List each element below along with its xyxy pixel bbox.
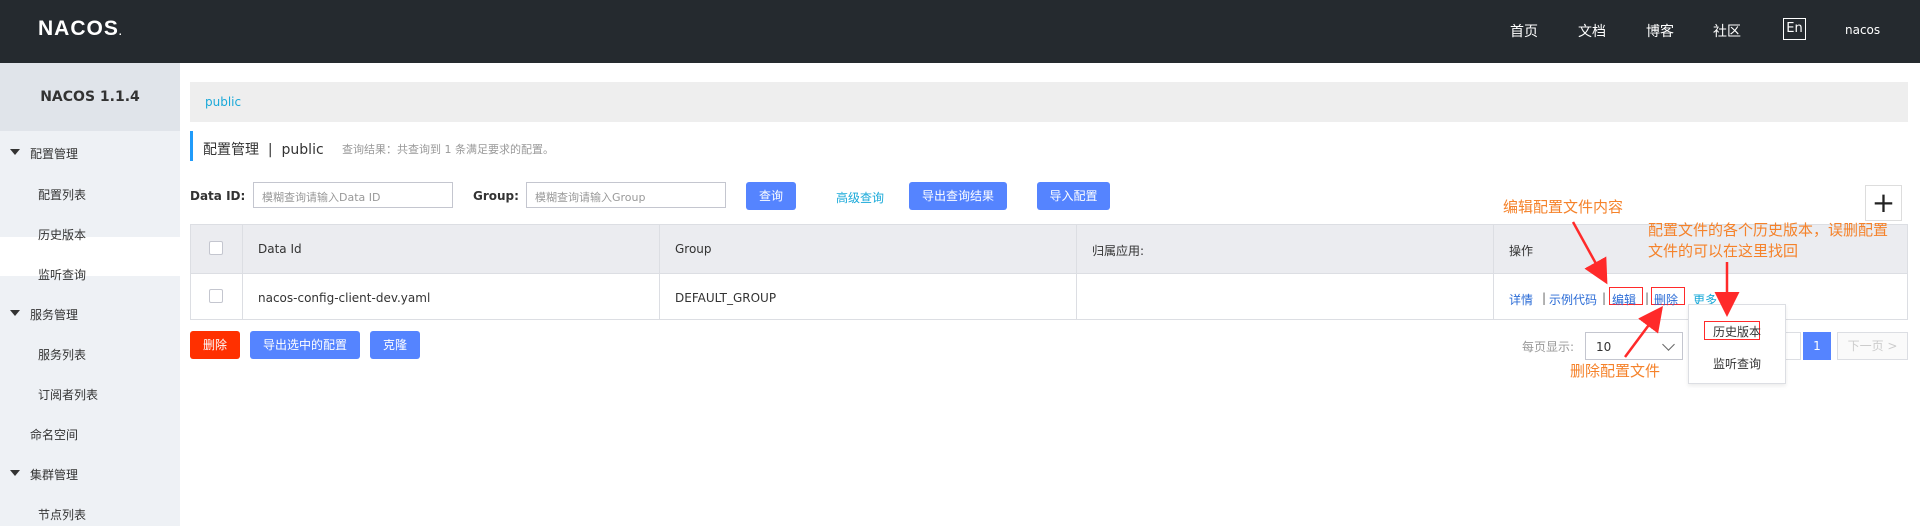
annotation-arrows: [1571, 221, 1740, 358]
arrow-to-delete: [1623, 305, 1663, 358]
annotation-edit: 编辑配置文件内容: [1503, 198, 1624, 216]
annotation-history-2: 文件的可以在这里找回: [1648, 242, 1799, 260]
annotation-delete: 删除配置文件: [1570, 362, 1661, 380]
arrow-to-edit: [1571, 221, 1608, 285]
annotation-history-1: 配置文件的各个历史版本，误删配置: [1648, 221, 1889, 239]
